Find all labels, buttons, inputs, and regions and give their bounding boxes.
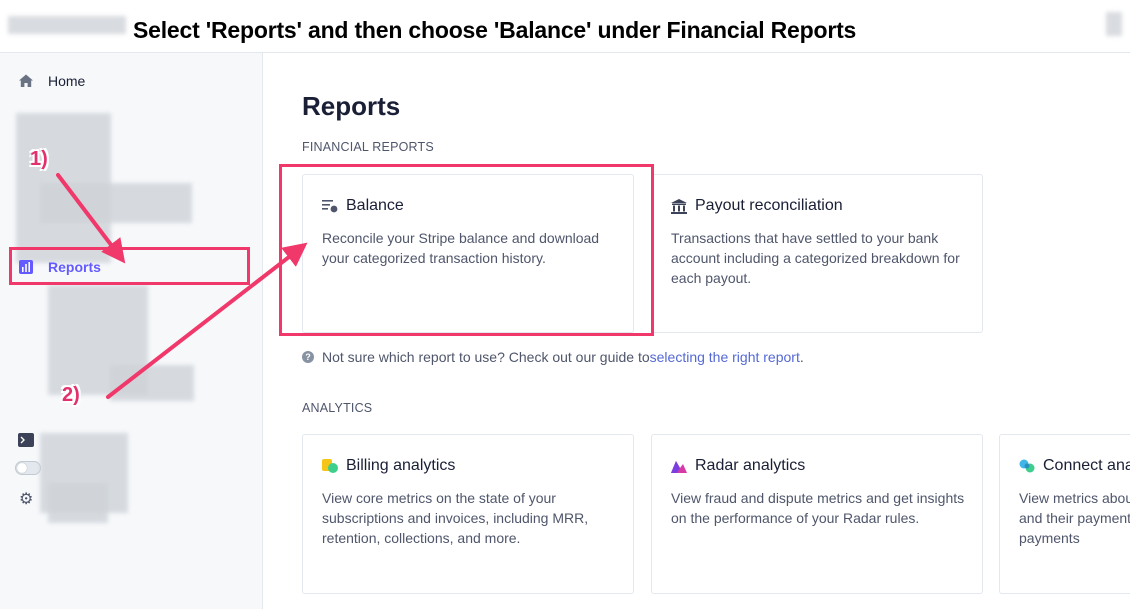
help-note: ? Not sure which report to use? Check ou… [302,349,804,365]
billing-analytics-icon [322,458,338,474]
card-title: Radar analytics [671,457,805,475]
gear-icon[interactable]: ⚙ [19,489,33,509]
radar-icon [671,458,687,474]
connect-icon [1019,458,1035,474]
sidebar-item-home[interactable]: Home [18,73,85,89]
card-title-text: Radar analytics [695,457,806,474]
financial-reports-heading: FINANCIAL REPORTS [302,140,434,154]
radar-analytics-card[interactable]: Radar analytics View fraud and dispute m… [651,434,983,594]
help-text-end: . [799,349,804,365]
help-text: Not sure which report to use? Check out … [322,349,650,365]
toggle-switch[interactable] [15,461,41,475]
toggle-knob [17,463,27,473]
card-description: View metrics about your connected accoun… [1019,490,1130,546]
connect-analytics-card[interactable]: Connect analytics View metrics about you… [999,434,1130,594]
account-name-redacted [8,16,126,34]
card-title-text: Payout reconciliation [695,197,843,214]
question-icon: ? [302,351,314,363]
balance-highlight-box [279,164,654,336]
card-title-text: Billing analytics [346,457,456,474]
card-description: View core metrics on the state of your s… [322,490,589,546]
selecting-report-link[interactable]: selecting the right report [650,349,800,365]
bank-icon [671,198,687,214]
step-2-label: 2) [62,384,80,406]
redacted-subnav [110,365,194,401]
home-icon [18,73,34,89]
developers-icon[interactable] [18,433,34,452]
card-title: Connect analytics [1019,457,1130,475]
billing-analytics-card[interactable]: Billing analytics View core metrics on t… [302,434,634,594]
card-title-text: Connect analytics [1043,457,1130,474]
reports-highlight-box [9,247,250,285]
sidebar-item-label: Home [48,73,86,89]
payout-reconciliation-card[interactable]: Payout reconciliation Transactions that … [651,174,983,333]
top-right-redacted [1106,12,1122,36]
redacted-bottom-nav [48,483,108,523]
card-title: Payout reconciliation [671,197,843,215]
page-title: Reports [302,91,401,121]
card-title: Billing analytics [322,457,455,475]
instruction-caption: Select 'Reports' and then choose 'Balanc… [133,17,857,43]
card-description: View fraud and dispute metrics and get i… [671,490,965,526]
sidebar: Home Reports ⚙ [0,53,263,609]
analytics-heading: ANALYTICS [302,401,373,415]
redacted-nav-items [40,183,192,223]
step-1-label: 1) [30,148,48,170]
card-description: Transactions that have settled to your b… [671,230,960,286]
